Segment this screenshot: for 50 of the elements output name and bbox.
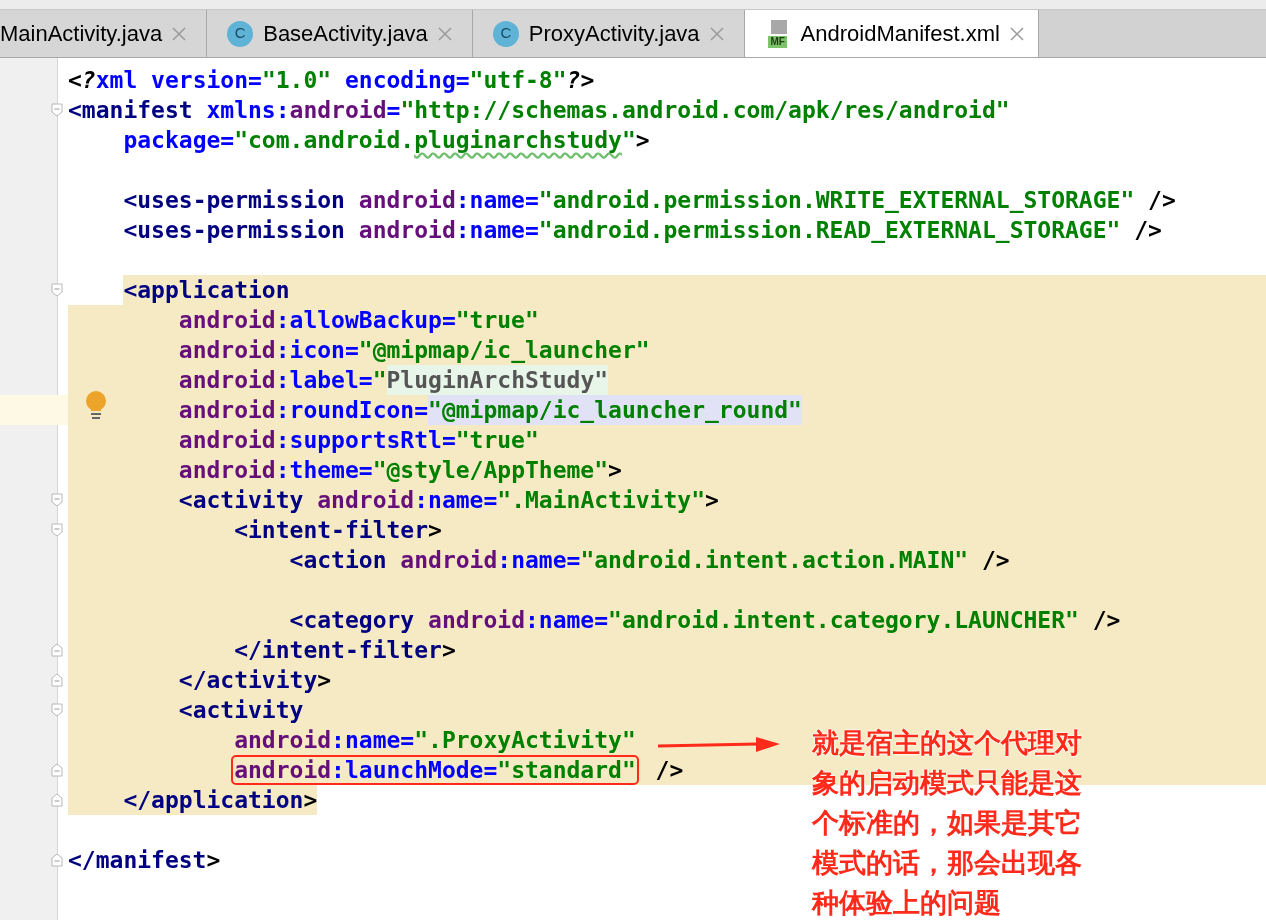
- code-line: android:icon="@mipmap/ic_launcher": [178, 336, 650, 365]
- code-line: android:theme="@style/AppTheme">: [178, 456, 622, 485]
- fold-end-marker-icon[interactable]: [51, 853, 63, 867]
- annotation-note: 就是宿主的这个代理对象的启动模式只能是这个标准的，如果是其它模式的话，那会出现各种体验上的问题: [812, 727, 1083, 920]
- close-icon[interactable]: [172, 26, 187, 41]
- code-text: package="com.android.: [123, 126, 415, 155]
- code-line: <uses-permission android:name="android.permission.READ_EXTERNAL_STORAGE" />: [123, 216, 1162, 245]
- editor-tab[interactable]: MF AndroidManifest.xml: [744, 10, 1039, 57]
- code-text: ">: [621, 126, 650, 155]
- code-line: </application>: [123, 786, 318, 815]
- class-icon: C: [227, 20, 254, 47]
- fold-marker-icon[interactable]: [51, 283, 63, 297]
- fold-end-marker-icon[interactable]: [51, 673, 63, 687]
- editor-tab[interactable]: C BaseActivity.java: [207, 10, 473, 57]
- highlighted-value: "@mipmap/ic_launcher_round": [428, 395, 802, 425]
- fold-marker-icon[interactable]: [51, 523, 63, 537]
- code-line: <uses-permission android:name="android.permission.WRITE_EXTERNAL_STORAGE" />: [123, 186, 1176, 215]
- code-line: </activity>: [178, 666, 332, 695]
- boxed-code: android:launchMode="standard": [231, 755, 639, 785]
- editor-tab[interactable]: C ProxyActivity.java: [472, 10, 745, 57]
- highlighted-value: PluginArchStudy": [386, 365, 609, 395]
- fold-end-marker-icon[interactable]: [51, 793, 63, 807]
- fold-marker-icon[interactable]: [51, 493, 63, 507]
- editor-tab[interactable]: MainActivity.java: [0, 10, 208, 57]
- fold-end-marker-icon[interactable]: [51, 763, 63, 777]
- code-line: <application: [123, 276, 290, 305]
- misspelled-word: pluginarchstudy: [414, 126, 622, 155]
- code-text: android:label=": [178, 366, 387, 395]
- code-line: android:name=".ProxyActivity": [234, 726, 636, 755]
- code-line: </intent-filter>: [234, 636, 456, 665]
- code-line: </manifest>: [68, 846, 221, 875]
- class-icon: C: [492, 20, 519, 47]
- code-line: <activity: [178, 696, 304, 725]
- close-icon[interactable]: [437, 26, 452, 41]
- code-line: <intent-filter>: [234, 516, 442, 545]
- code-line: <?xml version="1.0" encoding="utf-8"?>: [68, 66, 595, 95]
- code-line: android:supportsRtl="true": [178, 426, 539, 455]
- code-line: <category android:name="android.intent.category.LAUNCHER" />: [289, 606, 1121, 635]
- lightbulb-icon[interactable]: [85, 391, 107, 419]
- code-text: android:roundIcon=: [178, 396, 429, 425]
- close-icon[interactable]: [709, 26, 724, 41]
- code-text: />: [654, 756, 684, 785]
- fold-end-marker-icon[interactable]: [51, 643, 63, 657]
- close-icon[interactable]: [1009, 26, 1024, 41]
- fold-marker-icon[interactable]: [51, 703, 63, 717]
- code-line: <action android:name="android.intent.action.MAIN" />: [289, 546, 1010, 575]
- code-line: android:allowBackup="true": [178, 306, 539, 335]
- code-line: <manifest xmlns:android="http://schemas.android.com/apk/res/android": [68, 96, 1010, 125]
- fold-marker-icon[interactable]: [51, 103, 63, 117]
- code-line: <activity android:name=".MainActivity">: [178, 486, 719, 515]
